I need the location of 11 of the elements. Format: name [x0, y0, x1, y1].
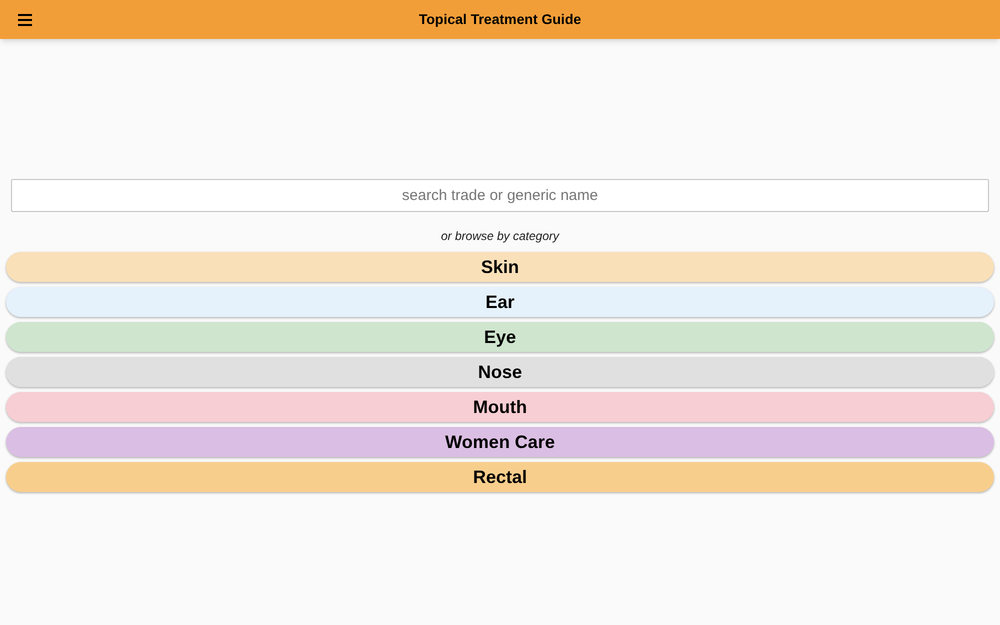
- category-button[interactable]: Eye: [6, 322, 994, 352]
- category-button[interactable]: Ear: [6, 287, 994, 317]
- category-button[interactable]: Women Care: [6, 427, 994, 457]
- category-button[interactable]: Skin: [6, 252, 994, 282]
- category-button[interactable]: Nose: [6, 357, 994, 387]
- browse-hint: or browse by category: [440, 228, 560, 245]
- menu-icon[interactable]: [18, 14, 32, 26]
- category-button[interactable]: Rectal: [6, 462, 994, 492]
- category-button[interactable]: Mouth: [6, 392, 994, 422]
- app-title: Topical Treatment Guide: [418, 10, 582, 29]
- search-field[interactable]: search trade or generic name: [11, 179, 989, 212]
